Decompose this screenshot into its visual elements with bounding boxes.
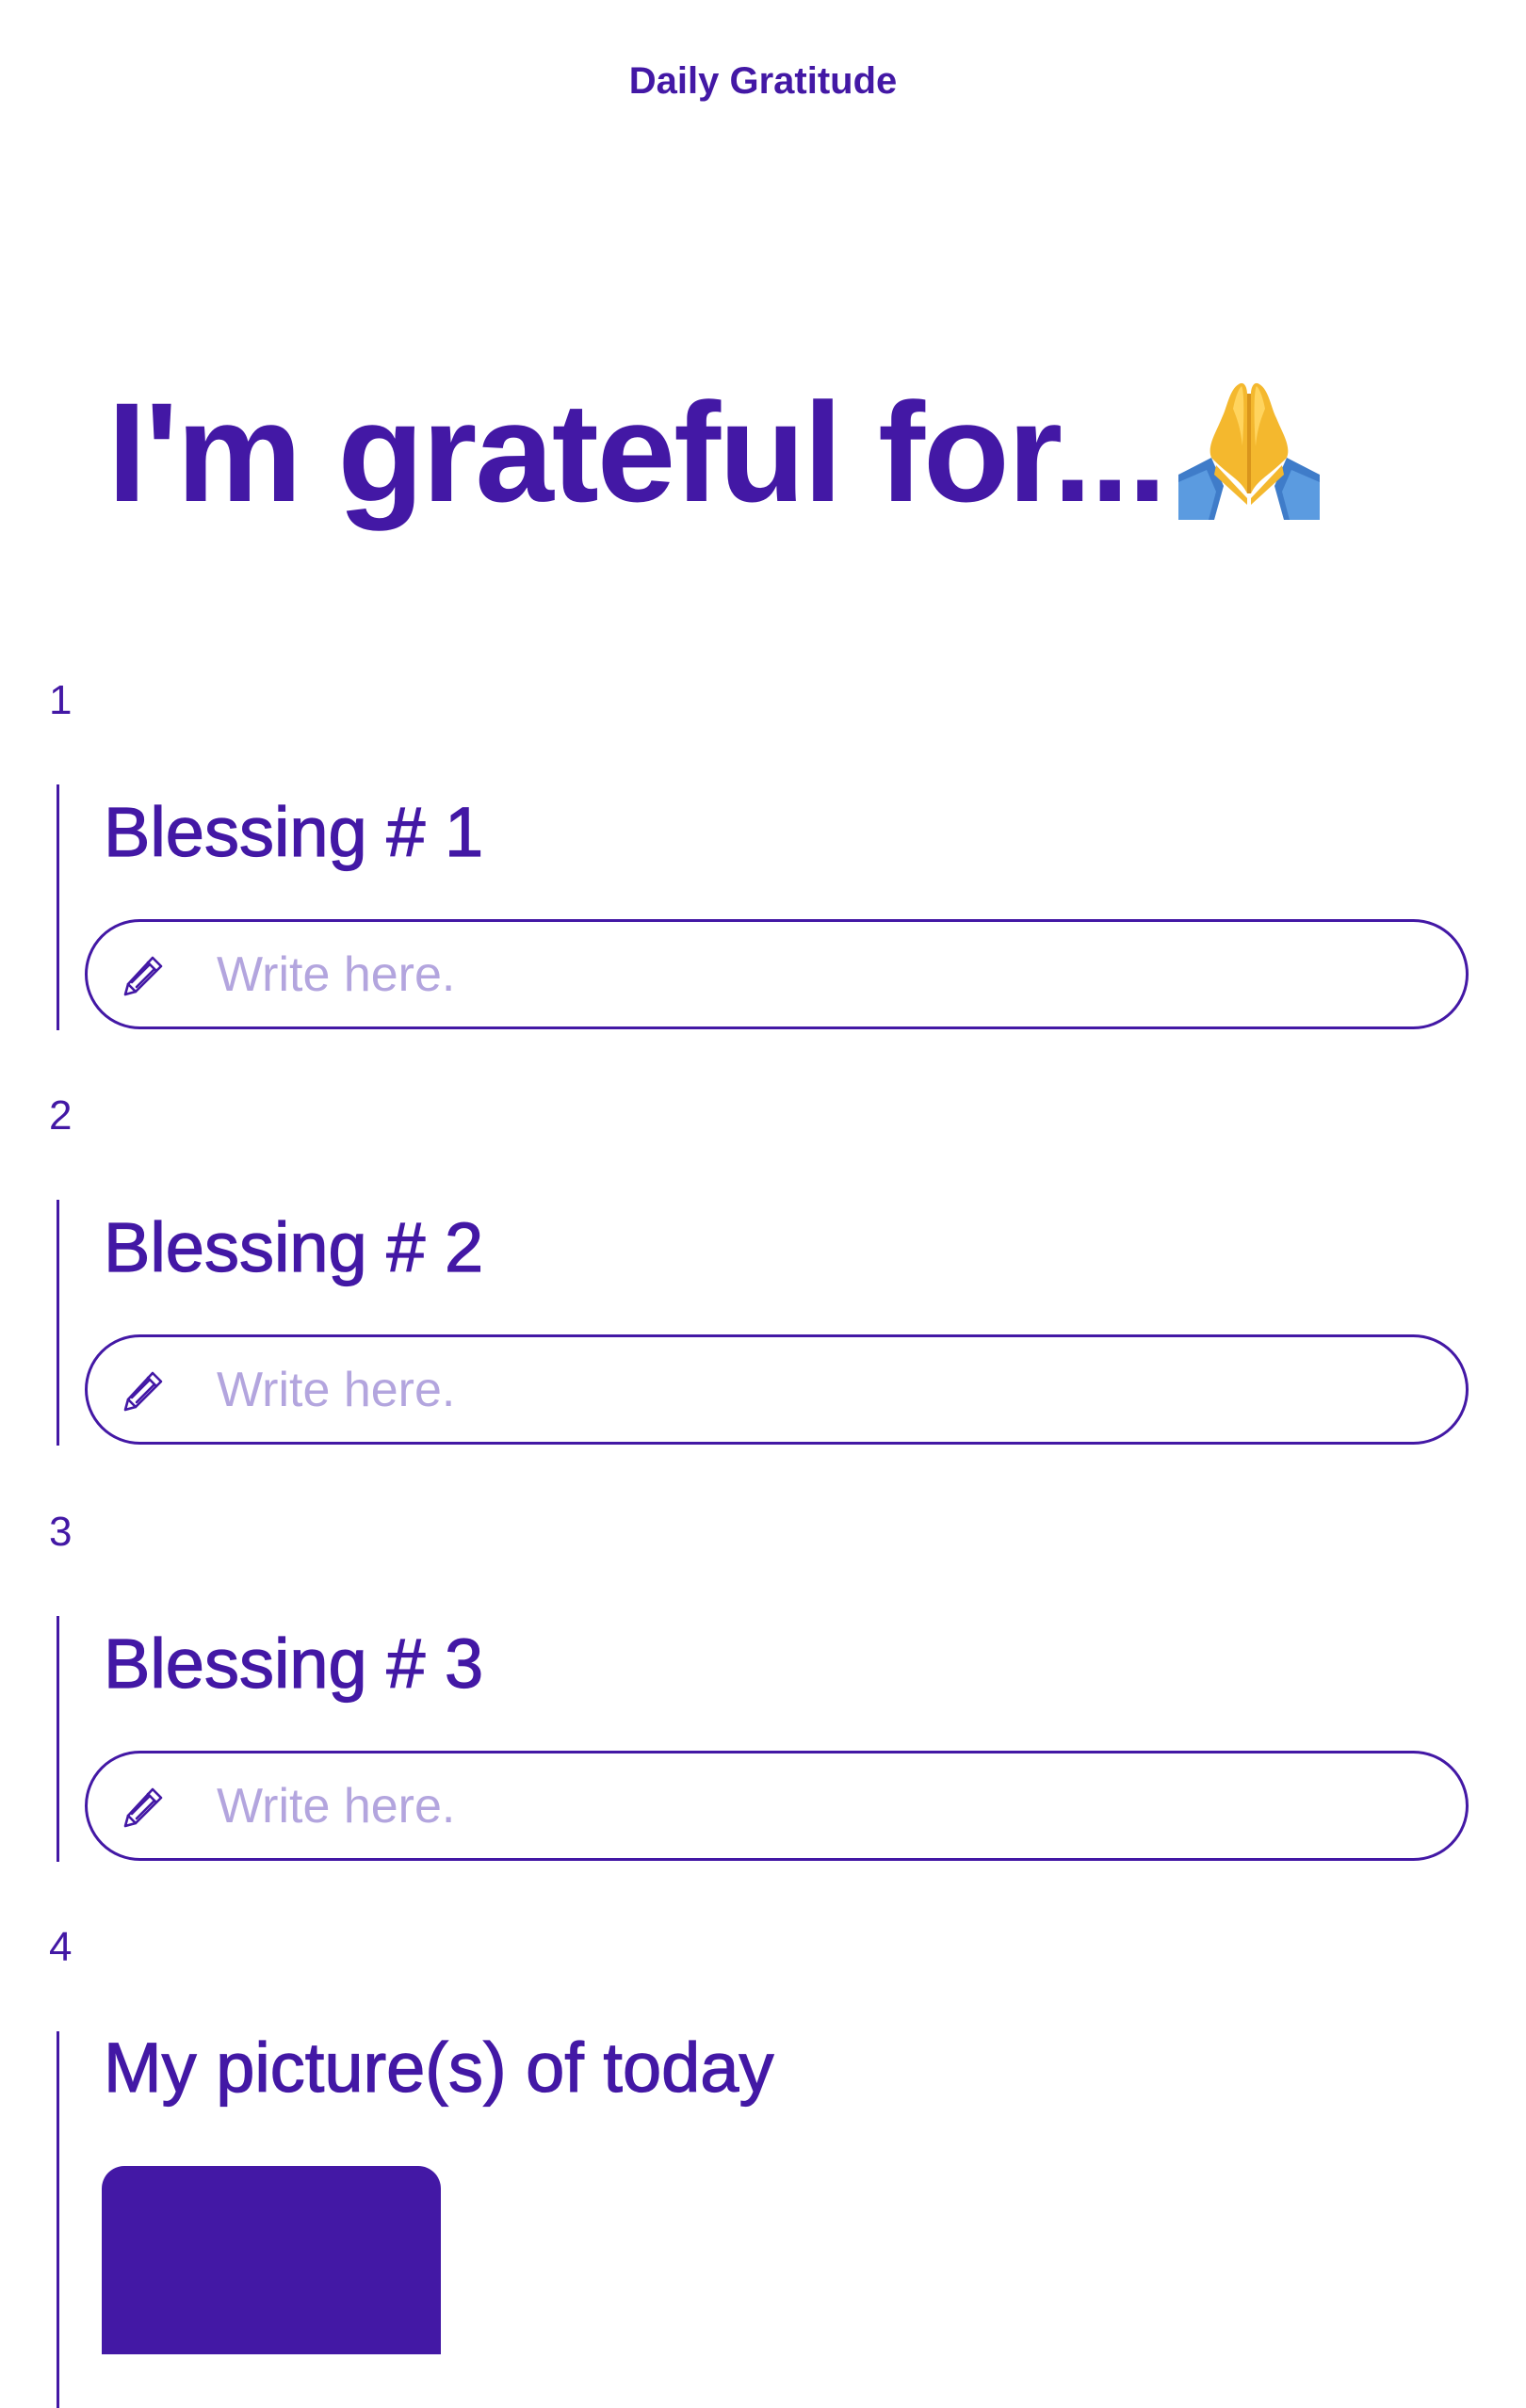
page-title-text: I'm grateful for... [107, 373, 1167, 531]
add-picture-button[interactable] [102, 2166, 441, 2354]
section-number: 1 [49, 677, 73, 723]
section-number: 3 [49, 1509, 73, 1555]
blessing-2-field[interactable] [85, 1334, 1469, 1445]
page-title: I'm grateful for... [107, 367, 1320, 537]
pencil-icon [123, 1371, 163, 1412]
section-divider [57, 784, 59, 1030]
section-number: 2 [49, 1092, 73, 1139]
app-header-title: Daily Gratitude [628, 60, 898, 102]
section-heading: Blessing # 2 [103, 1207, 484, 1286]
folded-hands-icon [1177, 382, 1320, 520]
pencil-icon [123, 1787, 163, 1828]
section-number: 4 [49, 1924, 73, 1970]
section-heading: Blessing # 3 [103, 1624, 484, 1703]
blessing-1-field[interactable] [85, 919, 1469, 1029]
pencil-icon [123, 956, 163, 996]
section-divider [57, 2031, 59, 2408]
section-heading: My picture(s) of today [103, 2028, 774, 2107]
section-divider [57, 1200, 59, 1446]
section-divider [57, 1616, 59, 1862]
blessing-3-input[interactable] [217, 1753, 1432, 1858]
blessing-3-field[interactable] [85, 1751, 1469, 1861]
blessing-2-input[interactable] [217, 1337, 1432, 1442]
blessing-1-input[interactable] [217, 922, 1432, 1026]
section-heading: Blessing # 1 [103, 792, 484, 871]
